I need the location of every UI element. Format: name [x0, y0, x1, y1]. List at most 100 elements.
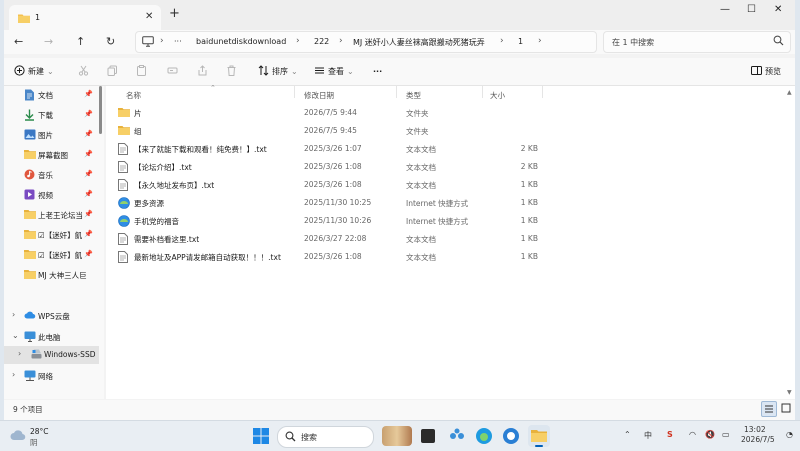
sidebar-item-label: 此电脑	[38, 333, 61, 342]
view-button[interactable]: 查看 ⌄	[314, 64, 354, 78]
battery-icon[interactable]: ▭	[722, 430, 730, 439]
sidebar-item-this-pc[interactable]: ⌄ 此电脑	[4, 328, 99, 346]
tab-current-folder[interactable]: 1 ✕	[9, 5, 161, 30]
app-network-icon[interactable]	[448, 427, 466, 447]
file-row[interactable]: 片 2026/7/5 9:44 文件夹	[116, 104, 546, 122]
sidebar-item-pinned-folder[interactable]: ☑【迷奸】飢 📌	[4, 246, 99, 264]
file-type: Internet 快捷方式	[406, 217, 469, 226]
file-name: 手机党的福音	[134, 217, 179, 226]
tiles-view-button[interactable]	[779, 401, 793, 415]
sidebar-item-network[interactable]: › 网络	[4, 367, 99, 385]
chevron-right-icon: ›	[296, 36, 300, 46]
taskbar-search[interactable]: 搜索	[277, 426, 374, 448]
file-name: 组	[134, 127, 142, 136]
preview-button[interactable]: 预览	[751, 64, 781, 78]
app-file-explorer-active[interactable]	[528, 425, 550, 447]
sidebar-item-documents[interactable]: 文档 📌	[4, 86, 99, 104]
sidebar-item-folder[interactable]: MJ 大神三人巨	[4, 266, 99, 284]
file-name: 【永久地址发布页】.txt	[134, 181, 215, 190]
sidebar-item-videos[interactable]: 视频 📌	[4, 186, 99, 204]
file-row[interactable]: 需要补档看这里.txt 2026/3/27 22:08 文本文档 1 KB	[116, 230, 546, 248]
chevron-down-icon: ⌄	[12, 331, 19, 340]
sort-button[interactable]: 排序 ⌄	[258, 64, 298, 78]
more-options-button[interactable]: ···	[373, 64, 382, 78]
rename-button[interactable]	[167, 64, 178, 78]
copy-button[interactable]	[107, 64, 118, 78]
file-date: 2025/3/26 1:08	[304, 180, 362, 189]
app-terminal-icon[interactable]	[421, 429, 435, 443]
delete-button[interactable]	[226, 64, 237, 78]
sidebar-item-pictures[interactable]: 图片 📌	[4, 126, 99, 144]
sidebar-scrollbar[interactable]	[99, 86, 102, 134]
search-box[interactable]: 在 1 中搜索	[603, 31, 791, 53]
app-browser-icon[interactable]	[502, 427, 520, 447]
taskbar-search-label: 搜索	[301, 433, 317, 442]
up-button[interactable]: ↑	[76, 35, 85, 48]
cut-button[interactable]	[78, 64, 89, 78]
paste-button[interactable]	[136, 64, 147, 78]
volume-muted-icon[interactable]: 🔇	[705, 430, 715, 439]
scroll-down-icon[interactable]: ▼	[787, 389, 792, 396]
search-input[interactable]: 在 1 中搜索	[612, 37, 654, 48]
search-highlight-widget[interactable]	[382, 426, 412, 446]
minimize-button[interactable]: —	[720, 4, 730, 15]
forward-button[interactable]: →	[44, 35, 53, 48]
breadcrumb-item[interactable]: baidunetdiskdownload	[196, 37, 286, 46]
file-row[interactable]: 手机党的福音 2025/11/30 10:26 Internet 快捷方式 1 KB	[116, 212, 546, 230]
breadcrumb-item[interactable]: MJ 迷奸小人妻丝袜高跟搬动死猪玩弄	[353, 37, 485, 48]
breadcrumb-item[interactable]: 222	[314, 37, 329, 46]
file-name: 【论坛介绍】.txt	[134, 163, 192, 172]
close-tab-icon[interactable]: ✕	[145, 11, 153, 22]
sidebar-item-label: 网络	[38, 372, 53, 381]
file-row[interactable]: 【永久地址发布页】.txt 2025/3/26 1:08 文本文档 1 KB	[116, 176, 546, 194]
input-method-icon[interactable]: 中	[644, 430, 652, 441]
status-bar: 9 个项目	[4, 400, 795, 420]
close-window-button[interactable]: ✕	[774, 4, 782, 15]
sidebar-item-pinned-folder[interactable]: ☑【迷奸】飢 📌	[4, 226, 99, 244]
sidebar-item-wps-cloud[interactable]: › WPS云盘	[4, 307, 99, 325]
back-button[interactable]: ←	[14, 35, 23, 48]
notification-icon[interactable]: ◔	[786, 430, 793, 439]
column-header-date[interactable]: 修改日期	[304, 90, 334, 101]
column-header-size[interactable]: 大小	[490, 90, 505, 101]
refresh-button[interactable]: ↻	[106, 35, 115, 48]
column-header-type[interactable]: 类型	[406, 90, 421, 101]
file-size: 2 KB	[520, 144, 538, 153]
sidebar-item-drive[interactable]: › Windows-SSD	[4, 346, 99, 364]
clock-time[interactable]: 13:02	[744, 425, 766, 434]
file-row[interactable]: 最新地址及APP请发邮箱自动获取！！！.txt 2025/3/26 1:08 文本文…	[116, 248, 546, 266]
start-button[interactable]	[253, 428, 269, 446]
maximize-button[interactable]: ☐	[747, 4, 756, 15]
sidebar-item-music[interactable]: 音乐 📌	[4, 166, 99, 184]
file-date: 2025/3/26 1:08	[304, 252, 362, 261]
file-row[interactable]: 组 2026/7/5 9:45 文件夹	[116, 122, 546, 140]
folder-icon	[24, 229, 36, 241]
column-header-name[interactable]: 名称	[126, 90, 141, 101]
sidebar-item-screenshots[interactable]: 屏幕截图 📌	[4, 146, 99, 164]
address-bar[interactable]: › ··· baidunetdiskdownload › 222 › MJ 迷奸…	[135, 31, 597, 53]
file-row[interactable]: 更多资源 2025/11/30 10:25 Internet 快捷方式 1 KB	[116, 194, 546, 212]
tray-overflow-icon[interactable]: ⌃	[624, 430, 631, 439]
tab-title: 1	[35, 13, 41, 22]
file-type: 文本文档	[406, 145, 436, 154]
app-tray-icon[interactable]: S	[667, 430, 673, 439]
content-scrollbar[interactable]: ▲ ▼	[786, 89, 792, 396]
new-button[interactable]: 新建 ⌄	[14, 64, 54, 78]
chevron-right-icon: ›	[12, 370, 16, 379]
file-row[interactable]: 【论坛介绍】.txt 2025/3/26 1:08 文本文档 2 KB	[116, 158, 546, 176]
new-tab-button[interactable]: +	[169, 6, 180, 21]
sidebar-item-downloads[interactable]: 下载 📌	[4, 106, 99, 124]
app-edge-icon[interactable]	[475, 427, 493, 447]
file-row[interactable]: 【来了就能下载和观看！纯免费！】.txt 2025/3/26 1:07 文本文档 2 …	[116, 140, 546, 158]
details-view-button[interactable]	[761, 401, 777, 417]
scroll-up-icon[interactable]: ▲	[787, 89, 792, 96]
share-button[interactable]	[197, 64, 208, 78]
clock-date[interactable]: 2026/7/5	[741, 435, 775, 444]
sort-icon	[258, 64, 269, 78]
file-type: 文本文档	[406, 181, 436, 190]
breadcrumb-more[interactable]: ···	[174, 37, 182, 46]
breadcrumb-item[interactable]: 1	[518, 37, 523, 46]
sidebar-item-pinned-folder[interactable]: 上老王论坛当 📌	[4, 206, 99, 224]
wifi-icon[interactable]: ◠	[689, 430, 696, 439]
weather-condition: 阴	[30, 438, 38, 447]
